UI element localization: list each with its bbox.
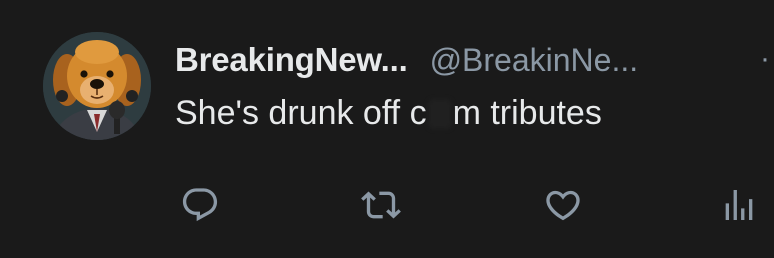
reply-icon xyxy=(182,188,218,222)
views-button[interactable] xyxy=(716,182,762,228)
tweet-text-start: She's drunk off c xyxy=(175,94,427,132)
display-name[interactable]: BreakingNew... xyxy=(175,41,408,79)
tweet-text: She's drunk off c m tributes xyxy=(175,94,602,133)
reply-button[interactable] xyxy=(177,182,223,228)
user-handle[interactable]: @BreakinNe... xyxy=(430,42,639,79)
dog-reporter-avatar-icon xyxy=(43,32,151,140)
separator-dot: · xyxy=(760,42,770,75)
heart-icon xyxy=(546,190,580,221)
avatar[interactable] xyxy=(43,32,151,140)
retweet-icon xyxy=(361,191,401,219)
tweet-text-end: m tributes xyxy=(452,94,602,132)
tweet-header: BreakingNew... @BreakinNe... xyxy=(175,38,638,82)
like-button[interactable] xyxy=(540,182,586,228)
tweet[interactable]: BreakingNew... @BreakinNe... · She's dru… xyxy=(0,0,774,258)
redaction-blur xyxy=(427,99,452,129)
views-icon xyxy=(725,190,753,220)
retweet-button[interactable] xyxy=(358,182,404,228)
